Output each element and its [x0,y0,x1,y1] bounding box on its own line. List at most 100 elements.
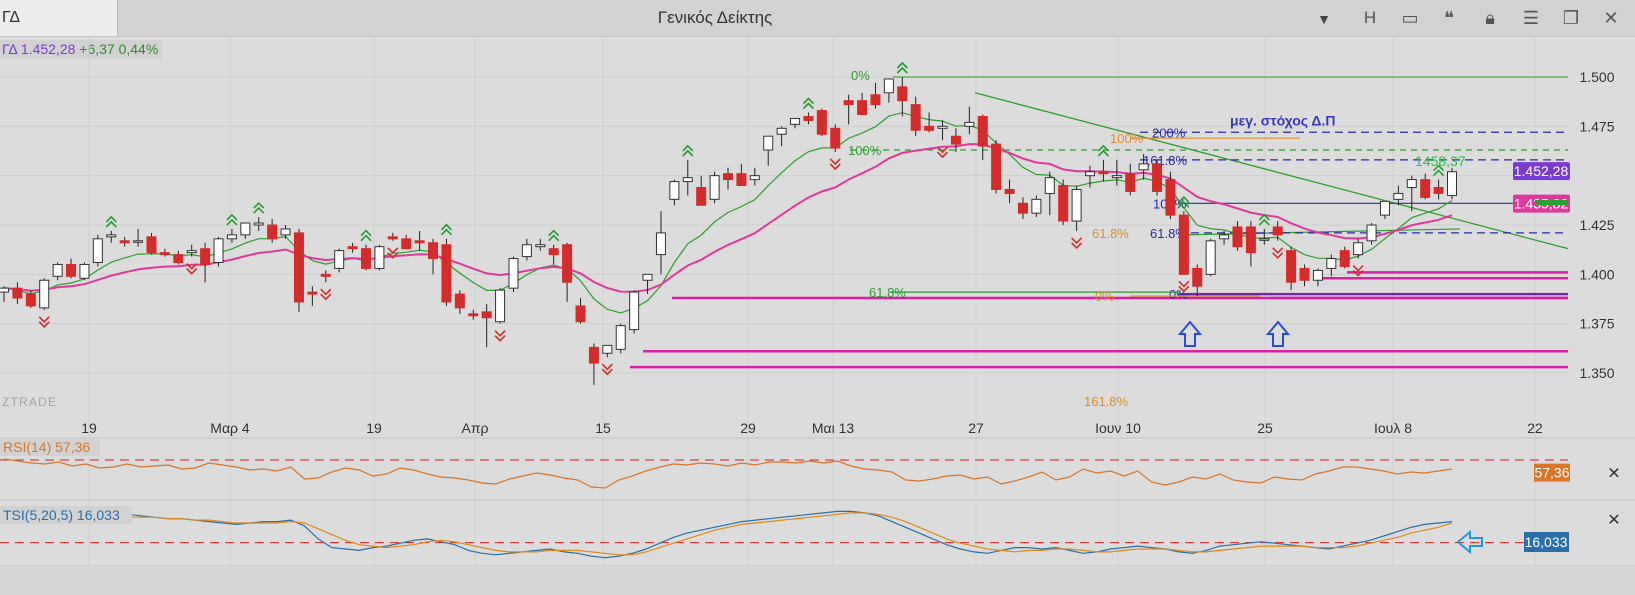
candle [267,219,278,243]
x-tick-label: 15 [595,420,611,436]
candle [776,126,787,147]
candle-body [441,244,452,303]
candle-body [1138,163,1149,171]
candle [602,344,613,358]
left-arrow-icon [1456,529,1483,555]
buy-signal-icon [360,229,372,242]
candle-body [1433,187,1444,194]
candle-body [401,238,412,250]
candle [52,262,63,281]
candle [937,120,948,141]
candle [803,112,814,125]
rsi-value-label: 57,36 [1534,465,1569,481]
candle [387,232,398,241]
candle-body [387,236,398,240]
candle [320,270,331,283]
fib-label: 61.8% [869,285,906,300]
candle [146,232,157,255]
candle [629,290,640,334]
candle [682,159,693,196]
candle [535,238,546,251]
candle [1245,221,1256,267]
candle [133,228,144,247]
tsi-line [4,510,1453,559]
candle [293,228,304,312]
candle [173,250,184,265]
sell-signal-icon [320,288,332,301]
indicators: RSI(14) 57,36 57,36 ✕ TSI(5,20,5) 16,033 16,… [0,437,1635,595]
candle-body [1366,224,1377,242]
candle-body [1031,198,1042,214]
buy-signal-icon [548,229,560,242]
x-tick-label: Μαρ 4 [210,420,250,436]
candle-body [870,94,881,106]
candle [240,222,251,239]
candle [1379,200,1390,220]
candle-body [602,344,613,354]
x-tick-label: 22 [1527,420,1543,436]
candle [548,244,559,265]
candle [79,262,90,281]
buy-signal-icon [226,213,238,226]
candle [508,256,519,293]
x-tick-label: 19 [366,420,382,436]
candle-body [897,86,908,102]
candle [1393,185,1404,206]
tsi-signal-line [4,512,1453,556]
candle-body [588,346,599,364]
candle-body [1286,250,1297,283]
candle [736,163,747,187]
candle-body [454,293,465,309]
candle [66,258,77,279]
candle-body [977,115,988,147]
candle [924,112,935,133]
candle-body [12,287,23,299]
candle [883,78,894,103]
candle [709,171,720,204]
ma-axis-marker [1535,200,1568,205]
candle [1286,246,1297,291]
candle-body [1393,192,1404,200]
sell-signal-icon [494,330,506,342]
candle [1192,264,1203,297]
candle-body [92,238,103,263]
y-tick-label: 1.375 [1579,316,1614,332]
candle-body [548,248,559,256]
candle-body [629,291,640,331]
candle-body [1379,200,1390,216]
candle [816,108,827,137]
candle-body [25,293,36,307]
candle-body [1299,267,1310,281]
close-icon: ✕ [1607,464,1620,483]
up-arrow-icon [1177,320,1203,347]
y-tick-label: 1.500 [1579,69,1614,85]
candle-body [173,254,184,263]
candle-body [1192,267,1203,287]
sell-signal-icon [1071,237,1083,250]
x-tick-label: 19 [81,420,97,436]
candle-body [66,263,77,277]
watermark: ZTRADE [2,395,57,409]
candle-body [723,173,733,181]
candle [1339,246,1350,269]
candle [843,94,854,125]
candle [119,236,130,247]
candle [1071,185,1082,231]
candle-body [709,175,720,200]
candle [521,238,532,261]
candle-body [1165,179,1176,216]
candle [1433,179,1444,200]
candle [1004,179,1015,204]
buy-signal-icon [1097,144,1109,157]
candle-body [1326,258,1337,269]
up-arrow-icon [1265,320,1291,347]
candle-body [669,181,680,200]
stock-chart[interactable]: 200%161.8%100%61.8%0%100%61.8%100%0%μεγ.… [0,0,1635,595]
candle-body [1447,171,1457,196]
candle [669,179,680,206]
fib-label: 161.8% [1084,394,1129,409]
candle [253,217,264,231]
buy-signal-icon [896,61,908,74]
candle-body [1406,179,1417,189]
candle-body [146,236,157,254]
